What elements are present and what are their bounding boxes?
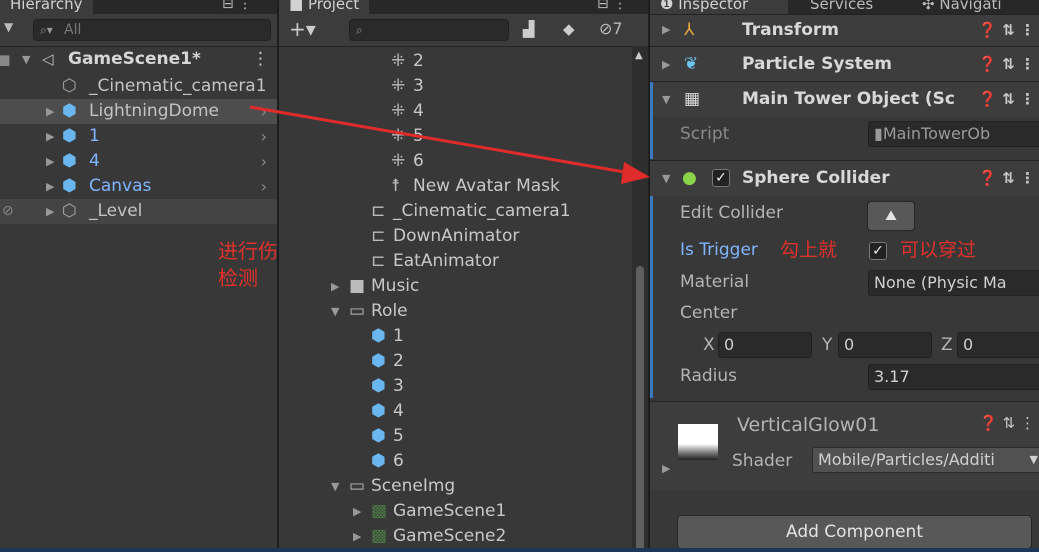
annotation-arrow-line — [249, 105, 631, 175]
status-strip — [0, 548, 1039, 552]
annotation-arrow-head — [621, 162, 650, 184]
annotation-arrow — [249, 105, 650, 184]
